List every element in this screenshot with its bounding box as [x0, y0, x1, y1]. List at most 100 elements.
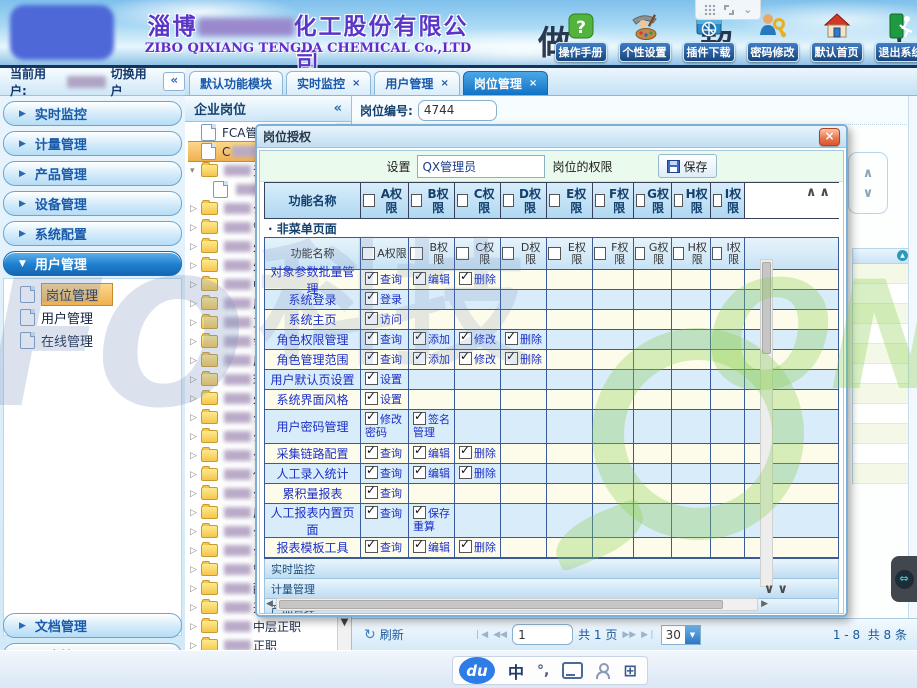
post-number-input[interactable]: [418, 100, 497, 121]
sidebar-menu-实时监控[interactable]: ▶实时监控: [3, 101, 182, 126]
checkbox-unchecked[interactable]: [456, 247, 469, 260]
ime-punctuation-mode[interactable]: °,: [537, 663, 549, 679]
page-number-input[interactable]: [512, 624, 573, 645]
page-size-dropdown-icon[interactable]: ▼: [685, 626, 700, 644]
ime-account-icon[interactable]: [596, 663, 610, 678]
checkbox-checked[interactable]: [365, 372, 378, 385]
checkbox-checked[interactable]: [459, 332, 472, 345]
sidebar-item-用户管理[interactable]: 用户管理: [4, 306, 181, 329]
checkbox-unchecked[interactable]: [713, 194, 722, 207]
checkbox-unchecked[interactable]: [502, 247, 514, 260]
checkbox-checked[interactable]: [413, 466, 426, 479]
module-group-计量管理[interactable]: 计量管理: [264, 579, 839, 599]
tree-expand-icon[interactable]: ▷: [190, 508, 201, 518]
sidebar-menu-系统配置[interactable]: ▶系统配置: [3, 221, 182, 246]
checkbox-checked[interactable]: [365, 272, 378, 285]
checkbox-checked[interactable]: [365, 312, 378, 325]
spin-down-icon[interactable]: ∨: [863, 186, 874, 201]
tree-expand-icon[interactable]: ▷: [190, 451, 201, 461]
checkbox-checked[interactable]: [365, 392, 378, 405]
tree-collapse-icon[interactable]: ▾: [190, 166, 201, 176]
save-button[interactable]: 保存: [658, 154, 717, 178]
panel-collapse-icon[interactable]: ▲: [897, 250, 908, 261]
tab-默认功能模块[interactable]: 默认功能模块: [189, 71, 283, 95]
sidebar-menu-设备管理[interactable]: ▶设备管理: [3, 191, 182, 216]
tree-expand-icon[interactable]: ▷: [190, 356, 201, 366]
tree-expand-icon[interactable]: ▷: [190, 223, 201, 233]
background-spinner-box[interactable]: ∧ ∨: [848, 152, 888, 214]
checkbox-checked[interactable]: [459, 272, 472, 285]
tree-expand-icon[interactable]: ▷: [190, 546, 201, 556]
remote-control-badge[interactable]: ⇔: [891, 556, 917, 602]
tree-expand-icon[interactable]: ▷: [190, 299, 201, 309]
checkbox-checked[interactable]: [365, 292, 378, 305]
checkbox-checked[interactable]: [459, 352, 472, 365]
tree-expand-icon[interactable]: ▷: [190, 603, 201, 613]
dialog-vertical-scrollbar[interactable]: [760, 259, 773, 587]
checkbox-unchecked[interactable]: [548, 247, 561, 260]
tree-expand-icon[interactable]: ▷: [190, 527, 201, 537]
hscroll-thumb[interactable]: [279, 600, 723, 609]
sidebar-collapse-button[interactable]: «: [163, 72, 185, 91]
tab-实时监控[interactable]: 实时监控×: [286, 71, 371, 95]
tab-岗位管理[interactable]: 岗位管理×: [463, 71, 548, 95]
checkbox-checked[interactable]: [413, 412, 426, 425]
page-size-select[interactable]: 30 ▼: [661, 625, 701, 645]
checkbox-checked[interactable]: [413, 540, 426, 553]
checkbox-unchecked[interactable]: [410, 247, 423, 260]
capture-overlay-widget[interactable]: ⌄: [695, 0, 761, 20]
checkbox-unchecked[interactable]: [457, 194, 468, 207]
tree-item[interactable]: ▷正职: [188, 636, 337, 650]
checkbox-checked[interactable]: [413, 272, 426, 285]
checkbox-checked[interactable]: [365, 540, 378, 553]
checkbox-checked[interactable]: [365, 506, 378, 519]
tree-expand-icon[interactable]: ▷: [190, 489, 201, 499]
checkbox-checked[interactable]: [365, 446, 378, 459]
checkbox-checked[interactable]: [365, 412, 378, 425]
checkbox-unchecked[interactable]: [673, 247, 684, 260]
sidebar-item-岗位管理[interactable]: 岗位管理: [4, 283, 181, 306]
sidebar-menu-产品管理[interactable]: ▶产品管理: [3, 161, 182, 186]
spin-up-icon[interactable]: ∧: [863, 166, 874, 181]
ime-language-mode[interactable]: 中: [508, 659, 524, 683]
tree-expand-icon[interactable]: ▷: [190, 470, 201, 480]
prev-page-button[interactable]: ◀◀: [493, 630, 507, 640]
vscroll-thumb[interactable]: [762, 262, 771, 354]
checkbox-unchecked[interactable]: [636, 194, 645, 207]
checkbox-unchecked[interactable]: [362, 247, 375, 260]
drag-dots-icon[interactable]: [704, 4, 715, 15]
refresh-button[interactable]: ↻ 刷新: [364, 626, 404, 643]
manual-button[interactable]: ?操作手册: [552, 11, 609, 62]
fullscreen-icon[interactable]: [724, 5, 734, 15]
tab-用户管理[interactable]: 用户管理×: [374, 71, 459, 95]
ime-menu-icon[interactable]: ⊞: [623, 663, 636, 679]
tree-expand-icon[interactable]: ▷: [190, 394, 201, 404]
scroll-down-indicators[interactable]: ∨∨: [764, 582, 791, 597]
ime-skin-icon[interactable]: [562, 662, 583, 679]
tree-expand-icon[interactable]: ▷: [190, 641, 201, 651]
tree-collapse-button[interactable]: «: [334, 101, 342, 116]
checkbox-checked[interactable]: [365, 332, 378, 345]
checkbox-checked[interactable]: [365, 466, 378, 479]
checkbox-checked[interactable]: [365, 352, 378, 365]
checkbox-unchecked[interactable]: [595, 194, 605, 207]
tree-expand-icon[interactable]: ▷: [190, 318, 201, 328]
tab-close-icon[interactable]: ×: [529, 78, 537, 89]
tree-expand-icon[interactable]: ▷: [190, 337, 201, 347]
tab-close-icon[interactable]: ×: [352, 78, 360, 89]
checkbox-checked[interactable]: [505, 352, 518, 365]
scroll-up-indicators[interactable]: ∧∧: [806, 185, 833, 200]
sidebar-menu-计量管理[interactable]: ▶计量管理: [3, 131, 182, 156]
checkbox-checked[interactable]: [413, 446, 426, 459]
last-page-button[interactable]: ▶❘: [641, 630, 655, 640]
checkbox-checked[interactable]: [413, 506, 426, 519]
module-group-实时监控[interactable]: 实时监控: [264, 559, 839, 579]
checkbox-checked[interactable]: [459, 466, 472, 479]
checkbox-unchecked[interactable]: [363, 194, 375, 207]
checkbox-checked[interactable]: [413, 332, 426, 345]
checkbox-checked[interactable]: [459, 540, 472, 553]
checkbox-unchecked[interactable]: [635, 247, 645, 260]
sidebar-item-在线管理[interactable]: 在线管理: [4, 329, 181, 352]
checkbox-unchecked[interactable]: [411, 194, 422, 207]
tree-expand-icon[interactable]: ▷: [190, 375, 201, 385]
